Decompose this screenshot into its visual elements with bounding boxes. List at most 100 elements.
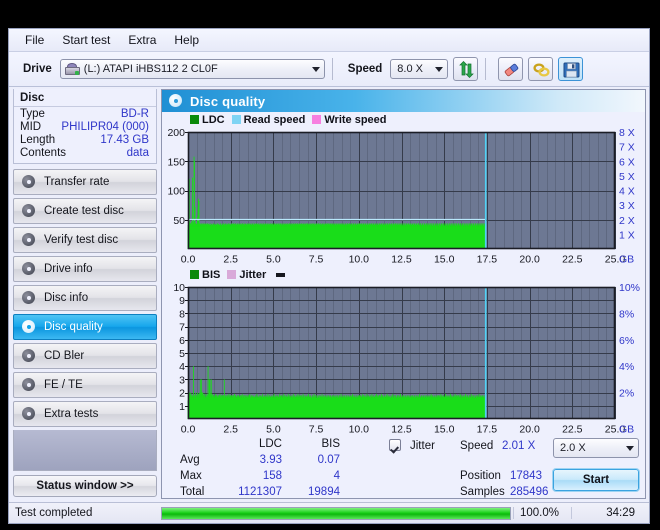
sidebar-item-label: Disc info: [44, 292, 89, 304]
sidebar-item-label: Verify test disc: [44, 234, 119, 246]
legend-bottom: BIS Jitter: [162, 268, 645, 281]
nav-list: Transfer rate Create test disc Verify te…: [13, 169, 157, 430]
speed-select[interactable]: 8.0 X: [390, 59, 449, 79]
menu-item-extra[interactable]: Extra: [119, 31, 165, 49]
svg-text:3 X: 3 X: [619, 200, 635, 212]
svg-text:20.0: 20.0: [519, 254, 540, 266]
sidebar-item-label: CD Bler: [44, 350, 85, 362]
menu-item-file[interactable]: File: [16, 31, 53, 49]
svg-text:7 X: 7 X: [619, 142, 635, 154]
svg-text:2 X: 2 X: [619, 215, 635, 227]
toolbar-divider-2: [485, 58, 487, 80]
svg-text:22.5: 22.5: [562, 254, 583, 266]
svg-text:5.0: 5.0: [266, 254, 281, 266]
svg-text:150: 150: [167, 156, 185, 168]
svg-text:17.5: 17.5: [477, 254, 498, 266]
disc-length-value: 17.43 GB: [100, 134, 149, 146]
sidebar-item-verify-test-disc[interactable]: Verify test disc: [13, 227, 157, 253]
legend-label-ldc: LDC: [202, 113, 225, 126]
stats-bis-total: 19894: [308, 486, 340, 498]
svg-text:7.5: 7.5: [309, 254, 324, 266]
sidebar-item-label: Extra tests: [44, 408, 99, 420]
legend-item-jitter: Jitter: [227, 269, 266, 281]
disc-length-label: Length: [20, 134, 56, 146]
stats-label-samples: Samples: [460, 486, 505, 498]
sidebar-item-fe-te[interactable]: FE / TE: [13, 372, 157, 398]
eraser-icon: [505, 63, 519, 77]
stats-header-bis: BIS: [321, 438, 340, 450]
toolbar-divider-1: [331, 58, 333, 80]
page-title: Disc quality: [190, 93, 266, 109]
sidebar-item-label: Drive info: [44, 263, 93, 275]
burn-app-window: File Start test Extra Help Drive (L:) AT…: [8, 28, 650, 524]
menu-item-start-test[interactable]: Start test: [53, 31, 119, 49]
refresh-button[interactable]: [453, 57, 479, 81]
legend-item-bis: BIS: [190, 269, 220, 281]
jitter-checkbox[interactable]: [389, 439, 401, 451]
chevron-down-icon: [311, 67, 320, 72]
svg-text:100: 100: [167, 186, 185, 198]
disc-row-mid: MID PHILIPR04 (000): [14, 120, 156, 133]
legend-swatch-jitter: [227, 270, 237, 279]
sidebar-item-cd-bler[interactable]: CD Bler: [13, 343, 157, 369]
status-window-button[interactable]: Status window >>: [13, 475, 157, 497]
disc-icon: [21, 233, 37, 247]
chevron-down-icon: [626, 446, 634, 451]
legend-top: LDC Read speed Write speed: [162, 113, 645, 126]
svg-text:GB: GB: [619, 254, 634, 266]
sidebar-item-create-test-disc[interactable]: Create test disc: [13, 198, 157, 224]
stats-label-total: Total: [180, 486, 205, 498]
svg-text:200: 200: [167, 127, 185, 139]
chain-button[interactable]: [528, 57, 554, 81]
test-speed-select[interactable]: 2.0 X: [553, 438, 639, 458]
sidebar-item-drive-info[interactable]: Drive info: [13, 256, 157, 282]
drive-icon: [64, 62, 80, 76]
sidebar-item-transfer-rate[interactable]: Transfer rate: [13, 169, 157, 195]
disc-contents-label: Contents: [20, 147, 67, 159]
disc-type-label: Type: [20, 108, 45, 120]
erase-button[interactable]: [498, 57, 524, 81]
legend-swatch-bis: [190, 270, 199, 279]
legend-swatch-read-speed: [231, 115, 241, 124]
stats-label-max: Max: [180, 470, 202, 482]
disc-icon: [21, 175, 37, 189]
sidebar-item-label: Transfer rate: [44, 176, 110, 188]
svg-text:10.0: 10.0: [349, 254, 370, 266]
drive-label: Drive: [23, 63, 52, 75]
stats-ldc-max: 158: [262, 470, 282, 482]
disc-row-length: Length 17.43 GB: [14, 133, 156, 146]
disc-row-type: Type BD-R: [14, 107, 156, 120]
legend-swatch-ldc: [190, 115, 199, 124]
svg-text:15.0: 15.0: [434, 254, 455, 266]
legend-label-jitter: Jitter: [239, 268, 267, 281]
drive-select-value: (L:) ATAPI iHBS112 2 CL0F: [83, 63, 218, 75]
sidebar-item-disc-quality[interactable]: Disc quality: [13, 314, 157, 340]
disc-info-box: Disc Type BD-R MID PHILIPR04 (000) Lengt…: [13, 89, 157, 164]
sidebar-filler: [13, 430, 157, 471]
menu-item-help[interactable]: Help: [165, 31, 208, 49]
svg-text:4 X: 4 X: [619, 186, 635, 198]
ldc-chart-container: 50 100 150 200 1 X 2 X 3 X 4 X 5 X 6 X 7 X 8 X 0.0 2.…: [162, 126, 645, 266]
start-button[interactable]: Start: [552, 468, 640, 492]
panel-header: Disc quality: [162, 90, 645, 112]
legend-label-write-speed: Write speed: [324, 113, 387, 126]
speed-label: Speed: [347, 63, 383, 75]
sidebar: Disc Type BD-R MID PHILIPR04 (000) Lengt…: [9, 87, 161, 502]
progress-bar: [161, 506, 511, 520]
drive-select[interactable]: (L:) ATAPI iHBS112 2 CL0F: [59, 59, 325, 79]
disc-quality-icon: [168, 94, 183, 108]
chevron-down-icon: [435, 67, 444, 72]
disc-quality-panel: Disc quality LDC Read speed Write speed: [161, 89, 646, 499]
sidebar-item-extra-tests[interactable]: Extra tests: [13, 401, 157, 427]
svg-text:5 X: 5 X: [619, 171, 635, 183]
jitter-checkbox-label: Jitter: [410, 440, 435, 452]
stats-label-avg: Avg: [180, 454, 200, 466]
sidebar-item-disc-info[interactable]: Disc info: [13, 285, 157, 311]
toolbar: Drive (L:) ATAPI iHBS112 2 CL0F Speed 8.…: [9, 52, 649, 87]
save-button[interactable]: [558, 57, 584, 81]
legend-label-read-speed: Read speed: [243, 113, 306, 126]
sidebar-item-label: Create test disc: [44, 205, 124, 217]
svg-text:1 X: 1 X: [619, 229, 635, 241]
disc-icon: [21, 378, 37, 392]
disc-icon: [21, 320, 37, 334]
